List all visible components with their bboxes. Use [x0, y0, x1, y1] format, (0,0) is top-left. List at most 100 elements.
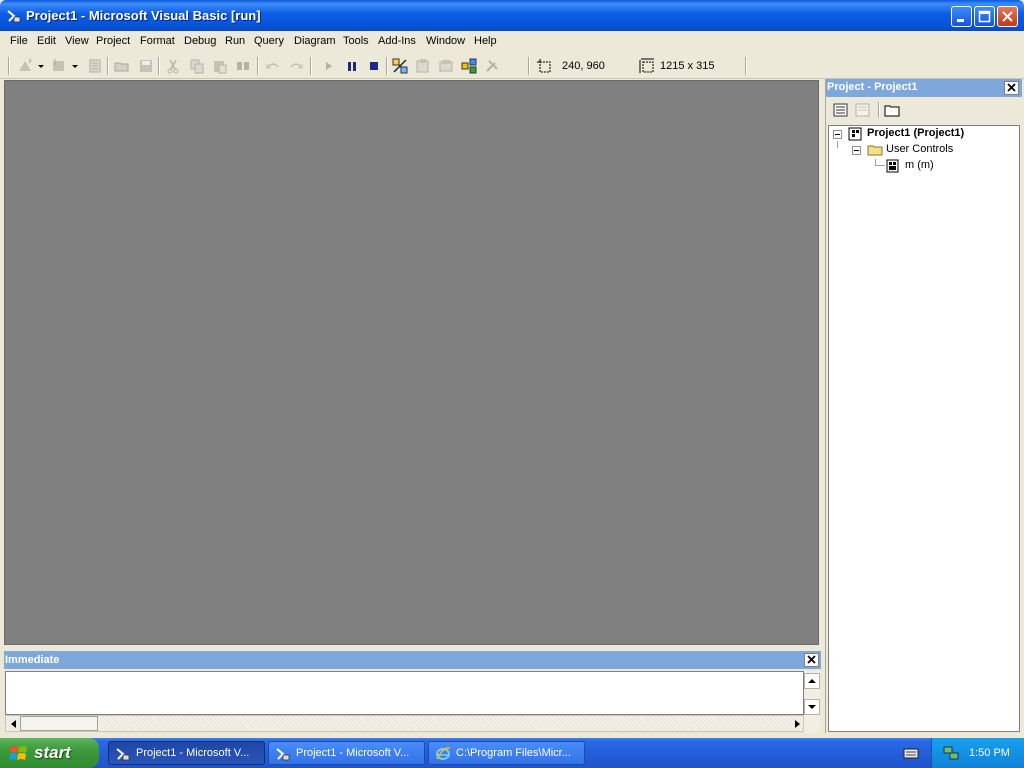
menu-add-ins[interactable]: Add-Ins — [378, 35, 416, 47]
copy-icon[interactable] — [188, 57, 206, 75]
menu-help[interactable]: Help — [474, 35, 497, 47]
clock[interactable]: 1:50 PM — [969, 747, 1010, 759]
toolbar-separator — [310, 57, 312, 75]
close-button[interactable] — [997, 6, 1018, 27]
project-icon — [848, 127, 862, 141]
undo-icon[interactable] — [264, 57, 282, 75]
start-button[interactable]: start — [0, 738, 99, 768]
menu-debug[interactable]: Debug — [184, 35, 216, 47]
save-project-icon[interactable] — [137, 57, 155, 75]
minimize-button[interactable] — [951, 6, 972, 27]
menu-file[interactable]: File — [10, 35, 28, 47]
dropdown-arrow-icon[interactable] — [36, 57, 46, 75]
taskbar-button-3[interactable]: C:\Program Files\Micr... — [428, 741, 585, 765]
window-title: Project1 - Microsoft Visual Basic [run] — [26, 8, 261, 23]
close-icon — [807, 655, 816, 664]
scroll-right-icon[interactable] — [791, 718, 803, 730]
view-object-icon[interactable] — [854, 102, 872, 118]
project-explorer-icon[interactable] — [391, 57, 409, 75]
close-icon — [1007, 83, 1016, 92]
scroll-up-button[interactable] — [804, 673, 820, 689]
toolbar-separator — [745, 57, 747, 75]
collapse-root-icon[interactable] — [833, 130, 842, 139]
scroll-down-button[interactable] — [804, 699, 820, 715]
start-label: start — [34, 743, 71, 762]
object-browser-icon[interactable] — [460, 57, 478, 75]
toolbar-separator — [257, 57, 259, 75]
immediate-window-title: Immediate — [5, 654, 60, 666]
toggle-folders-icon[interactable] — [883, 102, 901, 118]
tree-node-user-controls[interactable]: User Controls — [886, 143, 953, 155]
size-icon — [639, 58, 654, 73]
vb-app-icon[interactable] — [6, 8, 22, 24]
close-icon — [1002, 11, 1013, 22]
redo-icon[interactable] — [287, 57, 305, 75]
taskbar-button-1-label: Project1 - Microsoft V... — [136, 747, 250, 759]
keyboard-tray-icon[interactable] — [903, 746, 919, 760]
cut-icon[interactable] — [164, 57, 182, 75]
toolbar-separator — [878, 102, 880, 118]
taskbar-button-3-label: C:\Program Files\Micr... — [456, 747, 571, 759]
project-close-button[interactable] — [1004, 81, 1019, 95]
taskbar-button-2[interactable]: Project1 - Microsoft V... — [268, 741, 425, 765]
toolbar-separator — [107, 57, 109, 75]
paste-icon[interactable] — [211, 57, 229, 75]
menu-edit[interactable]: Edit — [37, 35, 56, 47]
add-project-icon[interactable] — [16, 57, 34, 75]
title-bar[interactable]: Project1 - Microsoft Visual Basic [run] — [0, 0, 1024, 31]
menu-bar: File Edit View Project Format Debug Run … — [0, 31, 1024, 53]
taskbar: start Project1 - Microsoft V... Project1… — [0, 738, 1024, 768]
start-run-icon[interactable] — [320, 57, 338, 75]
menu-project[interactable]: Project — [96, 35, 130, 47]
tree-node-project[interactable]: Project1 (Project1) — [867, 127, 964, 139]
immediate-window-header[interactable]: Immediate — [4, 651, 821, 669]
taskbar-button-2-label: Project1 - Microsoft V... — [296, 747, 410, 759]
system-tray: 1:50 PM — [931, 738, 1024, 768]
collapse-folder-icon[interactable] — [852, 146, 861, 155]
toolbar-separator — [386, 57, 388, 75]
immediate-close-button[interactable] — [804, 653, 819, 667]
menu-window[interactable]: Window — [426, 35, 465, 47]
immediate-vertical-scrollbar[interactable] — [804, 671, 820, 733]
properties-window-icon[interactable] — [414, 57, 432, 75]
network-tray-icon[interactable] — [942, 745, 960, 761]
immediate-horizontal-scrollbar[interactable] — [5, 715, 804, 732]
menu-format[interactable]: Format — [140, 35, 175, 47]
end-stop-icon[interactable] — [365, 57, 383, 75]
menu-diagram[interactable]: Diagram — [294, 35, 336, 47]
immediate-window: Immediate — [4, 651, 821, 733]
project-explorer-header[interactable]: Project - Project1 — [826, 79, 1022, 97]
form-layout-icon[interactable] — [437, 57, 455, 75]
find-icon[interactable] — [234, 57, 252, 75]
size-readout: 1215 x 315 — [660, 60, 715, 72]
menu-query[interactable]: Query — [254, 35, 284, 47]
toolbox-icon[interactable] — [483, 57, 501, 75]
scroll-down-icon — [808, 705, 816, 709]
position-icon — [537, 59, 551, 73]
scroll-left-icon[interactable] — [8, 718, 20, 730]
menu-tools[interactable]: Tools — [343, 35, 369, 47]
tree-line — [837, 141, 838, 148]
vb-app-icon — [116, 748, 130, 761]
menu-run[interactable]: Run — [225, 35, 245, 47]
add-form-icon[interactable] — [50, 57, 68, 75]
taskbar-button-1[interactable]: Project1 - Microsoft V... — [108, 741, 265, 765]
break-pause-icon[interactable] — [343, 57, 361, 75]
vb-app-icon — [276, 748, 290, 761]
toolbar-separator — [528, 57, 530, 75]
project-explorer-toolbar — [826, 97, 1022, 123]
menu-editor-icon[interactable] — [86, 57, 104, 75]
maximize-button[interactable] — [974, 6, 995, 27]
toolbar-separator — [158, 57, 160, 75]
mdi-client-area[interactable] — [4, 80, 819, 645]
toolbar-grip[interactable] — [8, 57, 10, 75]
open-project-icon[interactable] — [113, 57, 131, 75]
view-code-icon[interactable] — [832, 102, 850, 118]
menu-view[interactable]: View — [65, 35, 89, 47]
horizontal-scroll-thumb[interactable] — [20, 716, 98, 731]
dropdown-arrow-icon-2[interactable] — [70, 57, 80, 75]
project-tree[interactable]: Project1 (Project1) User Controls m (m) — [828, 125, 1020, 732]
project-explorer-panel: Project - Project1 Project1 (Project1) U… — [825, 79, 1022, 733]
tree-node-m[interactable]: m (m) — [905, 159, 934, 171]
immediate-text-area[interactable] — [5, 671, 804, 715]
